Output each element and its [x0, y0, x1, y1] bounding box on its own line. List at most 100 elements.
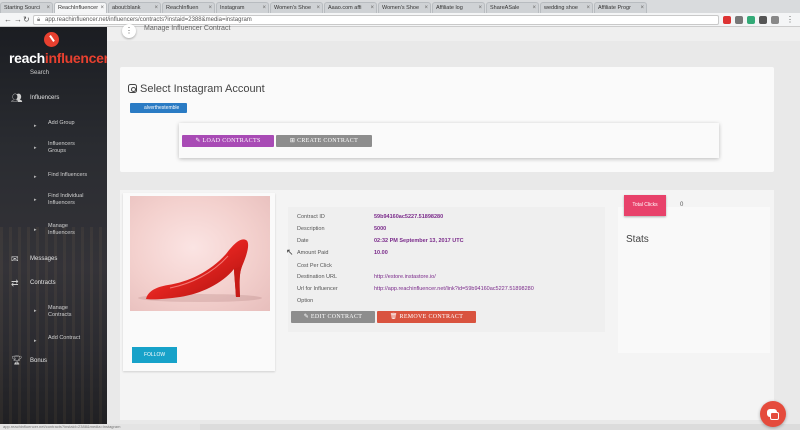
- plus-square-icon: ⊞: [289, 138, 298, 144]
- follow-button[interactable]: FOLLOW: [132, 347, 177, 363]
- browser-tab[interactable]: Affiliate Progr ×: [594, 2, 647, 13]
- browser-menu-icon[interactable]: ⋮: [786, 15, 794, 25]
- create-contract-button[interactable]: ⊞ CREATE CONTRACT: [276, 135, 372, 147]
- page-header: ⋮ Manage Influencer Contract: [107, 24, 800, 41]
- pencil-icon: ✎: [195, 138, 203, 144]
- close-icon[interactable]: ×: [262, 3, 266, 13]
- browser-tab[interactable]: Starting Sourci ×: [0, 2, 53, 13]
- close-icon[interactable]: ×: [532, 3, 536, 13]
- contract-details: Contract ID 59b94160ac5227.51898280 Desc…: [288, 207, 605, 332]
- sidebar-item-messages[interactable]: Messages: [30, 256, 57, 263]
- sidebar-subitem-add-contract[interactable]: Add Contract: [48, 335, 98, 342]
- extension-icon[interactable]: [723, 16, 731, 24]
- browser-tab[interactable]: ShareASale ×: [486, 2, 539, 13]
- load-contracts-button[interactable]: ✎ LOAD CONTRACTS: [182, 135, 274, 147]
- chevron-right-icon: ▸: [34, 197, 37, 203]
- browser-tab[interactable]: Instagram ×: [216, 2, 269, 13]
- select-account-title: Select Instagram Account: [128, 83, 265, 95]
- amount-paid-value: 10.00: [374, 250, 388, 256]
- chevron-right-icon: ▸: [34, 227, 37, 233]
- close-icon[interactable]: ×: [370, 3, 374, 13]
- date-value: 02:32 PM September 13, 2017 UTC: [374, 238, 464, 244]
- back-arrow-icon[interactable]: ←: [4, 15, 12, 25]
- sidebar-item-bonus[interactable]: Bonus: [30, 358, 47, 365]
- logo[interactable]: reachinfluencer: [9, 50, 107, 66]
- contract-actions-panel: ✎ LOAD CONTRACTS ⊞ CREATE CONTRACT: [179, 123, 719, 158]
- influencer-url-label: Url for Influencer: [297, 286, 338, 292]
- browser-tab[interactable]: wedding shoe ×: [540, 2, 593, 13]
- description-label: Description: [297, 226, 325, 232]
- bottom-scrollbar[interactable]: [107, 424, 800, 430]
- contract-id-label: Contract ID: [297, 214, 325, 220]
- main-content: ⋮ Manage Influencer Contract Select Inst…: [107, 24, 800, 430]
- tab-label: Affiliate Progr: [598, 5, 631, 11]
- tab-label: Women's Shoe: [274, 5, 312, 11]
- close-icon[interactable]: ×: [316, 3, 320, 13]
- sidebar-subitem-find-individual-influencers[interactable]: Find Individual Influencers: [48, 193, 90, 207]
- tab-label: Affiliate log: [436, 5, 463, 11]
- close-icon[interactable]: ×: [586, 3, 590, 13]
- edit-contract-button[interactable]: ✎ EDIT CONTRACT: [291, 311, 375, 323]
- close-icon[interactable]: ×: [100, 3, 104, 13]
- chevron-right-icon: ▸: [34, 338, 37, 344]
- sidebar: reachinfluencer Search 👥︎ Influencers ▸ …: [0, 27, 107, 430]
- chevron-right-icon: ▸: [34, 174, 37, 180]
- select-account-card: Select Instagram Account alverthestemble…: [120, 67, 774, 172]
- browser-tab[interactable]: Women's Shoe ×: [270, 2, 323, 13]
- arrows-icon: ⇄: [11, 278, 19, 288]
- browser-tab-active[interactable]: ReachInfluencer ×: [54, 2, 107, 13]
- close-icon[interactable]: ×: [478, 3, 482, 13]
- chat-widget-icon[interactable]: [760, 401, 786, 427]
- instagram-account-chip[interactable]: alverthestemble: [130, 103, 187, 113]
- tab-label: about:blank: [112, 5, 141, 11]
- tab-label: Instagram: [220, 5, 245, 11]
- reload-icon[interactable]: ↻: [23, 15, 30, 25]
- browser-tab[interactable]: about:blank ×: [108, 2, 161, 13]
- close-icon[interactable]: ×: [424, 3, 428, 13]
- tab-label: ReachInfluen: [166, 5, 199, 11]
- sidebar-subitem-find-influencers[interactable]: Find Influencers: [48, 172, 98, 179]
- sidebar-subitem-manage-contracts[interactable]: Manage Contracts: [48, 305, 80, 319]
- logo-mark-icon: [44, 32, 59, 47]
- chevron-right-icon: ▸: [34, 123, 37, 129]
- date-label: Date: [297, 238, 309, 244]
- sidebar-subitem-manage-influencers[interactable]: Manage Influencers: [48, 223, 82, 237]
- extension-icon[interactable]: [759, 16, 767, 24]
- browser-tab[interactable]: Affiliate log ×: [432, 2, 485, 13]
- sidebar-subitem-add-group[interactable]: Add Group: [48, 120, 98, 127]
- browser-tab[interactable]: ReachInfluen ×: [162, 2, 215, 13]
- stats-card: Stats: [618, 207, 770, 353]
- browser-tab[interactable]: Women's Shoe ×: [378, 2, 431, 13]
- extension-icon[interactable]: [747, 16, 755, 24]
- close-icon[interactable]: ×: [154, 3, 158, 13]
- stats-title: Stats: [626, 234, 649, 245]
- extension-icon[interactable]: [735, 16, 743, 24]
- more-menu-icon[interactable]: ⋮: [122, 24, 136, 38]
- destination-url-link[interactable]: http://estore.instastore.io/: [374, 274, 436, 280]
- logo-main-text: reach: [9, 50, 45, 66]
- trash-icon: 🗑︎: [389, 314, 400, 320]
- chevron-right-icon: ▸: [34, 145, 37, 151]
- url-input[interactable]: 🔒︎ app.reachinfluencer.net/influencers/c…: [33, 15, 719, 25]
- forward-arrow-icon[interactable]: →: [14, 15, 22, 25]
- page-title: Manage Influencer Contract: [144, 25, 231, 32]
- remove-contract-label: REMOVE CONTRACT: [399, 314, 464, 320]
- url-text: app.reachinfluencer.net/influencers/cont…: [45, 17, 252, 23]
- close-icon[interactable]: ×: [46, 3, 50, 13]
- sidebar-subitem-influencers-groups[interactable]: Influencers Groups: [48, 141, 84, 155]
- contract-id-value: 59b94160ac5227.51898280: [374, 214, 444, 220]
- sidebar-item-influencers[interactable]: Influencers: [30, 95, 59, 102]
- close-icon[interactable]: ×: [640, 3, 644, 13]
- sidebar-search[interactable]: Search: [30, 70, 49, 76]
- extension-icon[interactable]: [771, 16, 779, 24]
- close-icon[interactable]: ×: [208, 3, 212, 13]
- tab-label: Women's Shoe: [382, 5, 420, 11]
- browser-tab[interactable]: Aaao.com affi ×: [324, 2, 377, 13]
- total-clicks-count: 0: [680, 202, 684, 208]
- destination-url-label: Destination URL: [297, 274, 338, 280]
- tab-label: Starting Sourci: [4, 5, 41, 11]
- sidebar-item-contracts[interactable]: Contracts: [30, 280, 56, 287]
- remove-contract-button[interactable]: 🗑︎ REMOVE CONTRACT: [377, 311, 476, 323]
- influencer-url-link[interactable]: http://app.reachinfluencer.net/link?id=5…: [374, 286, 534, 292]
- tab-label: Aaao.com affi: [328, 5, 362, 11]
